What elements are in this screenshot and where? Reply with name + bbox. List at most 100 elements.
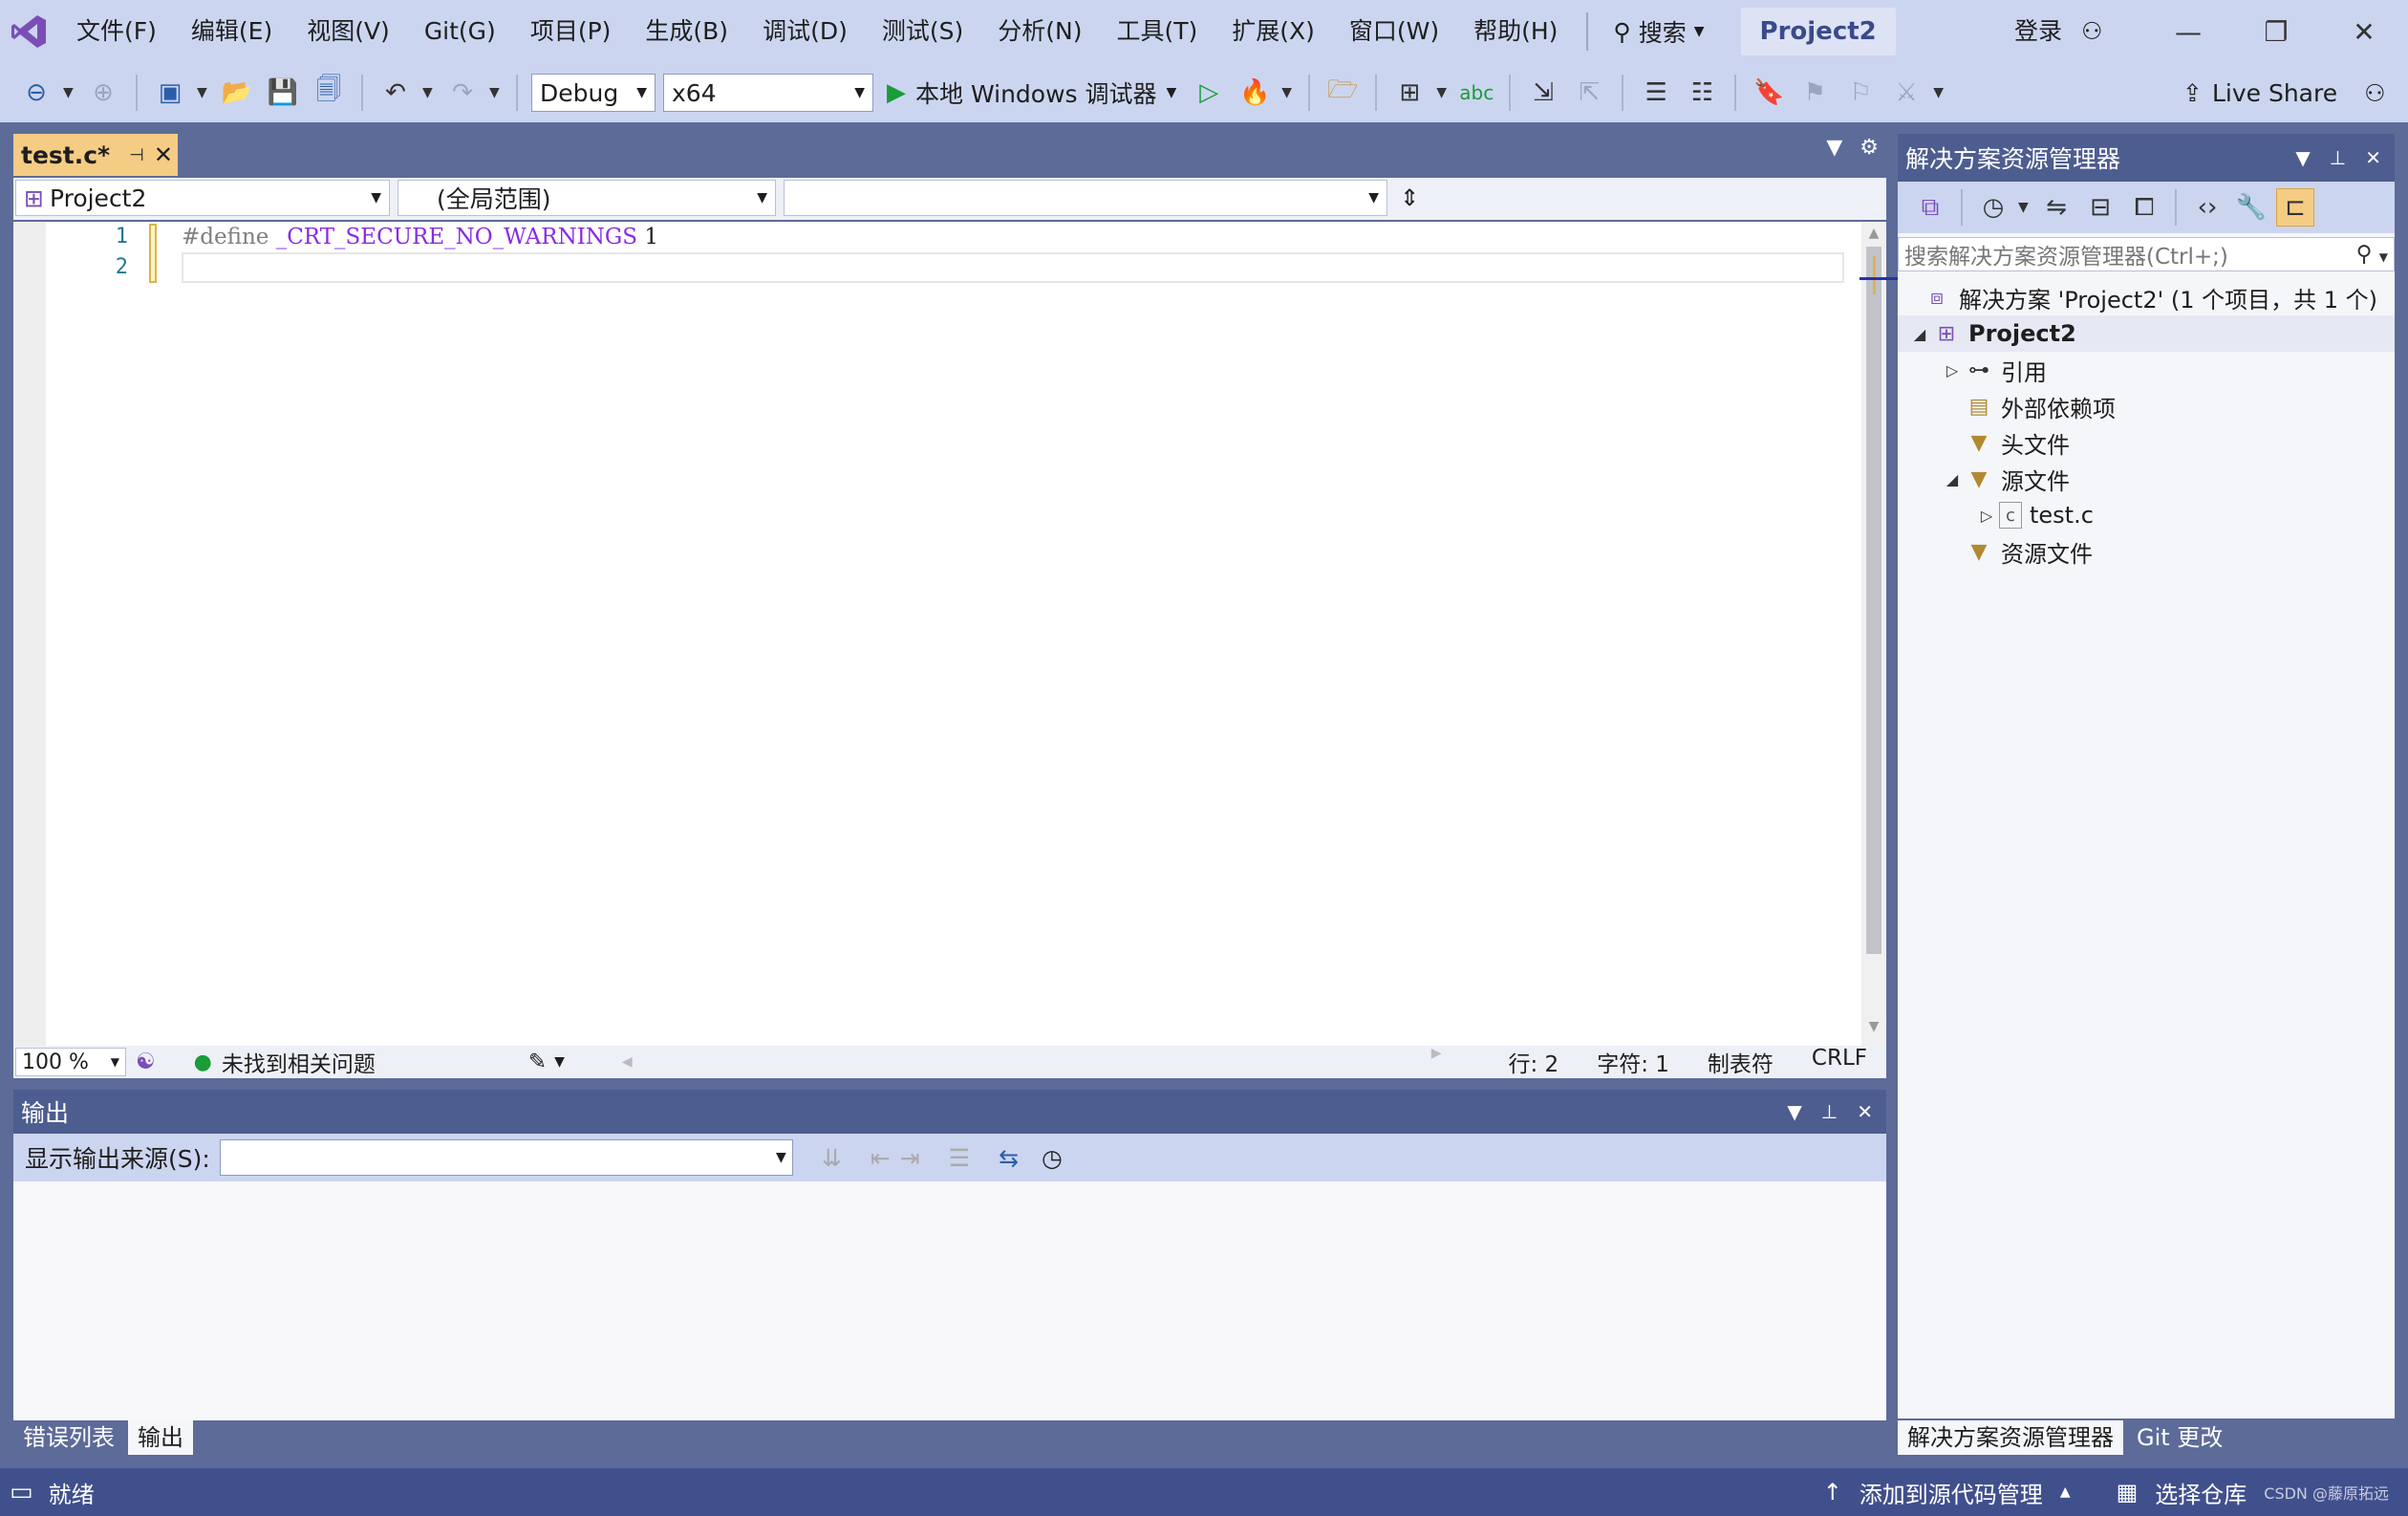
expanded-triangle-icon[interactable]: ◢ [1940,470,1965,488]
tab-error-list[interactable]: 错误列表 [13,1420,124,1455]
menu-tools[interactable]: 工具(T) [1099,0,1215,63]
save-icon[interactable]: 💾 [264,74,302,112]
chevron-down-icon[interactable]: ▼ [2018,200,2032,215]
next-message-icon[interactable]: ⇥ [900,1144,920,1172]
clear-all-icon[interactable]: ☰ [949,1144,970,1172]
global-scope-select[interactable]: (全局范围) ▼ [398,180,776,216]
show-all-files-icon[interactable]: ⧠ [2125,188,2163,227]
clear-bookmarks-icon[interactable]: ⚔ [1887,74,1925,112]
menu-edit[interactable]: 编辑(E) [174,0,290,63]
member-select[interactable]: ▼ [784,180,1387,216]
collapse-all-icon[interactable]: ⊟ [2081,188,2119,227]
back-icon[interactable]: ⊖ [17,74,55,112]
tab-solution-explorer[interactable]: 解决方案资源管理器 [1898,1420,2123,1455]
scroll-right-icon[interactable]: ▶ [1431,1046,1442,1078]
previous-bookmark-icon[interactable]: ⚑ [1795,74,1834,112]
menu-analyze[interactable]: 分析(N) [980,0,1099,63]
gear-icon[interactable]: ⚙ [1860,136,1879,160]
pin-icon[interactable]: ⊥ [2330,146,2346,169]
menu-file[interactable]: 文件(F) [59,0,174,63]
close-icon[interactable]: ✕ [1857,1100,1873,1123]
bookmark-icon[interactable]: 🔖 [1750,74,1788,112]
chevron-down-icon[interactable]: ▼ [197,85,210,100]
output-text-area[interactable] [13,1181,1886,1420]
scroll-left-icon[interactable]: ◀ [622,1054,633,1070]
undo-icon[interactable]: ↶ [376,74,415,112]
chevron-down-icon[interactable]: ▼ [1281,85,1295,100]
menu-extensions[interactable]: 扩展(X) [1215,0,1332,63]
toggle-word-wrap-icon[interactable]: ⇆ [999,1144,1019,1172]
notification-icon[interactable]: ▭ [10,1478,33,1506]
switch-views-icon[interactable]: ⧉ [1911,188,1949,227]
tree-item-references[interactable]: ▷ ⊶ 引用 [1898,352,2395,388]
chevron-down-icon[interactable]: ▼ [2295,146,2310,169]
menu-view[interactable]: 视图(V) [290,0,407,63]
collapsed-triangle-icon[interactable]: ▷ [1974,507,1999,525]
chevron-down-icon[interactable]: ▼ [63,85,76,100]
pin-icon[interactable]: ⊥ [1821,1100,1838,1123]
copilot-icon[interactable]: ☯ [136,1050,156,1074]
scroll-down-icon[interactable]: ▼ [1861,1019,1886,1042]
chevron-up-icon[interactable]: ▲ [2060,1484,2071,1500]
menu-git[interactable]: Git(G) [407,0,513,63]
visual-studio-logo[interactable] [0,0,59,63]
tree-item-header-files[interactable]: ▼ 头文件 [1898,424,2395,461]
tab-git-changes[interactable]: Git 更改 [2127,1420,2232,1455]
vertical-scrollbar[interactable]: ▲ ▼ [1861,222,1886,1046]
sync-with-document-icon[interactable]: ⇋ [2037,188,2075,227]
pending-changes-filter-icon[interactable]: ◷ [1974,188,2012,227]
preview-selected-icon[interactable]: ⊏ [2276,188,2314,227]
menu-project[interactable]: 项目(P) [513,0,629,63]
clock-icon[interactable]: ◷ [1042,1144,1063,1172]
glyph-margin[interactable] [13,222,46,1046]
scroll-up-icon[interactable]: ▲ [1861,226,1886,249]
hot-reload-icon[interactable]: 🔥 [1236,74,1274,112]
code-editor[interactable]: 1 2 #define _CRT_SECURE_NO_WARNINGS 1 ▲ … [13,222,1898,1046]
code-cleanup-icon[interactable]: ✎ [528,1050,547,1074]
tree-item-test-c[interactable]: ▷ c test.c [1898,497,2395,533]
line-ending-indicator[interactable]: CRLF [1812,1046,1867,1078]
restore-button[interactable]: ❐ [2232,0,2320,63]
output-source-select[interactable]: ▼ [219,1139,793,1176]
chevron-down-icon[interactable]: ▼ [1436,85,1450,100]
next-bookmark-icon[interactable]: ⚐ [1841,74,1880,112]
tab-test-c[interactable]: test.c* ⊣ ✕ [13,134,178,176]
add-to-source-control-button[interactable]: 添加到源代码管理 [1860,1476,2043,1509]
uncomment-lines-icon[interactable]: ☷ [1683,74,1721,112]
start-without-debugging-icon[interactable]: ▷ [1190,74,1228,112]
find-message-icon[interactable]: ⇊ [822,1144,842,1172]
redo-icon[interactable]: ↷ [443,74,482,112]
tree-item-solution[interactable]: ⧈ 解决方案 'Project2' (1 个项目，共 1 个) [1898,279,2395,315]
properties-wrench-icon[interactable]: 🔧 [2232,188,2270,227]
expanded-triangle-icon[interactable]: ◢ [1907,325,1932,343]
split-editor-icon[interactable]: ⇕ [1395,180,1424,218]
configuration-select[interactable]: Debug ▼ [531,74,656,112]
close-icon[interactable]: ✕ [2365,146,2381,169]
close-icon[interactable]: ✕ [154,141,173,168]
sign-in-button[interactable]: 登录 ⚇ [2014,0,2102,63]
solution-search-input[interactable]: 搜索解决方案资源管理器(Ctrl+;) ⚲ ▼ [1898,237,2395,271]
chevron-down-icon[interactable]: ▼ [489,85,503,100]
save-all-icon[interactable]: 🗐 [310,74,348,112]
tab-output[interactable]: 输出 [128,1420,193,1455]
start-debugging-button[interactable]: ▶ 本地 Windows 调试器 ▼ [881,76,1182,110]
tree-item-source-files[interactable]: ◢ ▼ 源文件 [1898,461,2395,497]
menu-window[interactable]: 窗口(W) [1332,0,1456,63]
live-share-button[interactable]: ⇪ Live Share ⚇ [2182,63,2386,122]
open-folder-icon[interactable]: 📂 [218,74,256,112]
view-code-icon[interactable]: ‹› [2188,188,2226,227]
issues-status[interactable]: 未找到相关问题 [222,1046,376,1078]
browse-folder-icon[interactable]: 🗁 [1323,74,1362,112]
forward-icon[interactable]: ⊕ [84,74,122,112]
code-text[interactable]: #define _CRT_SECURE_NO_WARNINGS 1 [182,222,658,283]
search-button[interactable]: ⚲ 搜索 ▼ [1600,0,1717,63]
pin-icon[interactable]: ⊣ [129,145,144,165]
menu-build[interactable]: 生成(B) [628,0,745,63]
chevron-down-icon[interactable]: ▼ [422,85,436,100]
code-line[interactable] [182,252,658,283]
chevron-down-icon[interactable]: ▼ [554,1054,565,1070]
tree-item-external-dependencies[interactable]: ▤ 外部依赖项 [1898,388,2395,424]
spell-check-icon[interactable]: abc [1457,74,1495,112]
minimize-button[interactable]: — [2144,0,2232,63]
chevron-down-icon[interactable]: ▼ [2379,250,2388,264]
